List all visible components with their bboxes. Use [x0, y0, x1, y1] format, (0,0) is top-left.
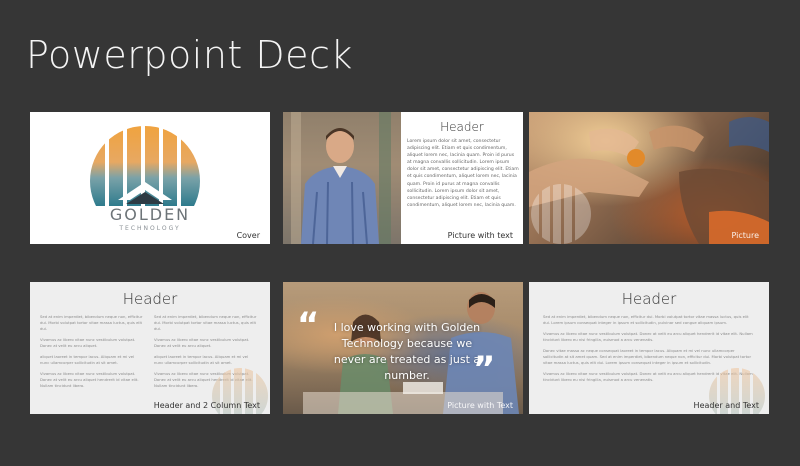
- slide-header: Header: [440, 120, 484, 134]
- golden-technology-logo: [90, 126, 200, 206]
- page-title: Powerpoint Deck: [26, 33, 353, 77]
- brand-subtitle: TECHNOLOGY: [119, 225, 181, 232]
- column-paragraph: Sed at enim imperdiet, bibendum neque no…: [40, 314, 143, 331]
- column-paragraph: Vivamus ac libero vitae nunc vestibulum …: [154, 337, 250, 348]
- brand-name: GOLDEN: [109, 205, 191, 224]
- column-paragraph: Vivamus ac libero vitae nunc vestibulum …: [40, 371, 139, 388]
- man-silhouette: [283, 112, 401, 244]
- slide-thumbnail-cover[interactable]: GOLDEN TECHNOLOGY Cover: [30, 112, 270, 244]
- text-column-1: Sed at enim imperdiet, bibendum neque no…: [40, 314, 144, 394]
- slide-caption: Header and 2 Column Text: [153, 401, 260, 410]
- slide-thumbnail-picture[interactable]: Picture: [529, 112, 769, 244]
- body-paragraph: Sed at enim imperdiet, bibendum neque no…: [543, 314, 749, 325]
- slide-thumbnail-header-2-column[interactable]: Header Sed at enim imperdiet, bibendum n…: [30, 282, 270, 414]
- slide-body-text: Lorem ipsum dolor sit amet, consectetur …: [407, 139, 519, 208]
- body-paragraph: Donec vitae massa ac neque consequat lao…: [543, 348, 752, 365]
- text-panel: Header Lorem ipsum dolor sit amet, conse…: [401, 112, 523, 244]
- slide-header: Header: [621, 290, 677, 308]
- testimonial-quote: I love working with Golden Technology be…: [333, 321, 481, 382]
- watermark-logo-icon: [531, 184, 591, 244]
- slide-caption: Header and Text: [693, 401, 759, 410]
- portrait-photo: [283, 112, 401, 244]
- column-paragraph: aliquet laoreet in tempor lacus. Aliquam…: [40, 354, 135, 365]
- slide-caption: Picture: [731, 231, 759, 240]
- slide-caption: Picture with text: [447, 231, 513, 240]
- slide-thumbnail-header-text[interactable]: Header Sed at enim imperdiet, bibendum n…: [529, 282, 769, 414]
- slide-thumbnail-picture-with-text[interactable]: Header Lorem ipsum dolor sit amet, conse…: [283, 112, 523, 244]
- slide-header: Header: [122, 290, 178, 308]
- slide-caption: Cover: [236, 231, 260, 240]
- column-paragraph: aliquet laoreet in tempor lacus. Aliquam…: [154, 354, 249, 365]
- slide-caption: Picture with Text: [447, 401, 513, 410]
- slide-thumbnail-quote[interactable]: “ I love working with Golden Technology …: [283, 282, 523, 414]
- open-quote-mark: “: [297, 305, 320, 345]
- body-paragraph: Vivamus ac libero vitae nunc vestibulum …: [543, 331, 753, 342]
- column-paragraph: Vivamus ac libero vitae nunc vestibulum …: [40, 337, 136, 348]
- close-quote-mark: ”: [473, 349, 496, 389]
- column-paragraph: Sed at enim imperdiet, bibendum neque no…: [154, 314, 257, 331]
